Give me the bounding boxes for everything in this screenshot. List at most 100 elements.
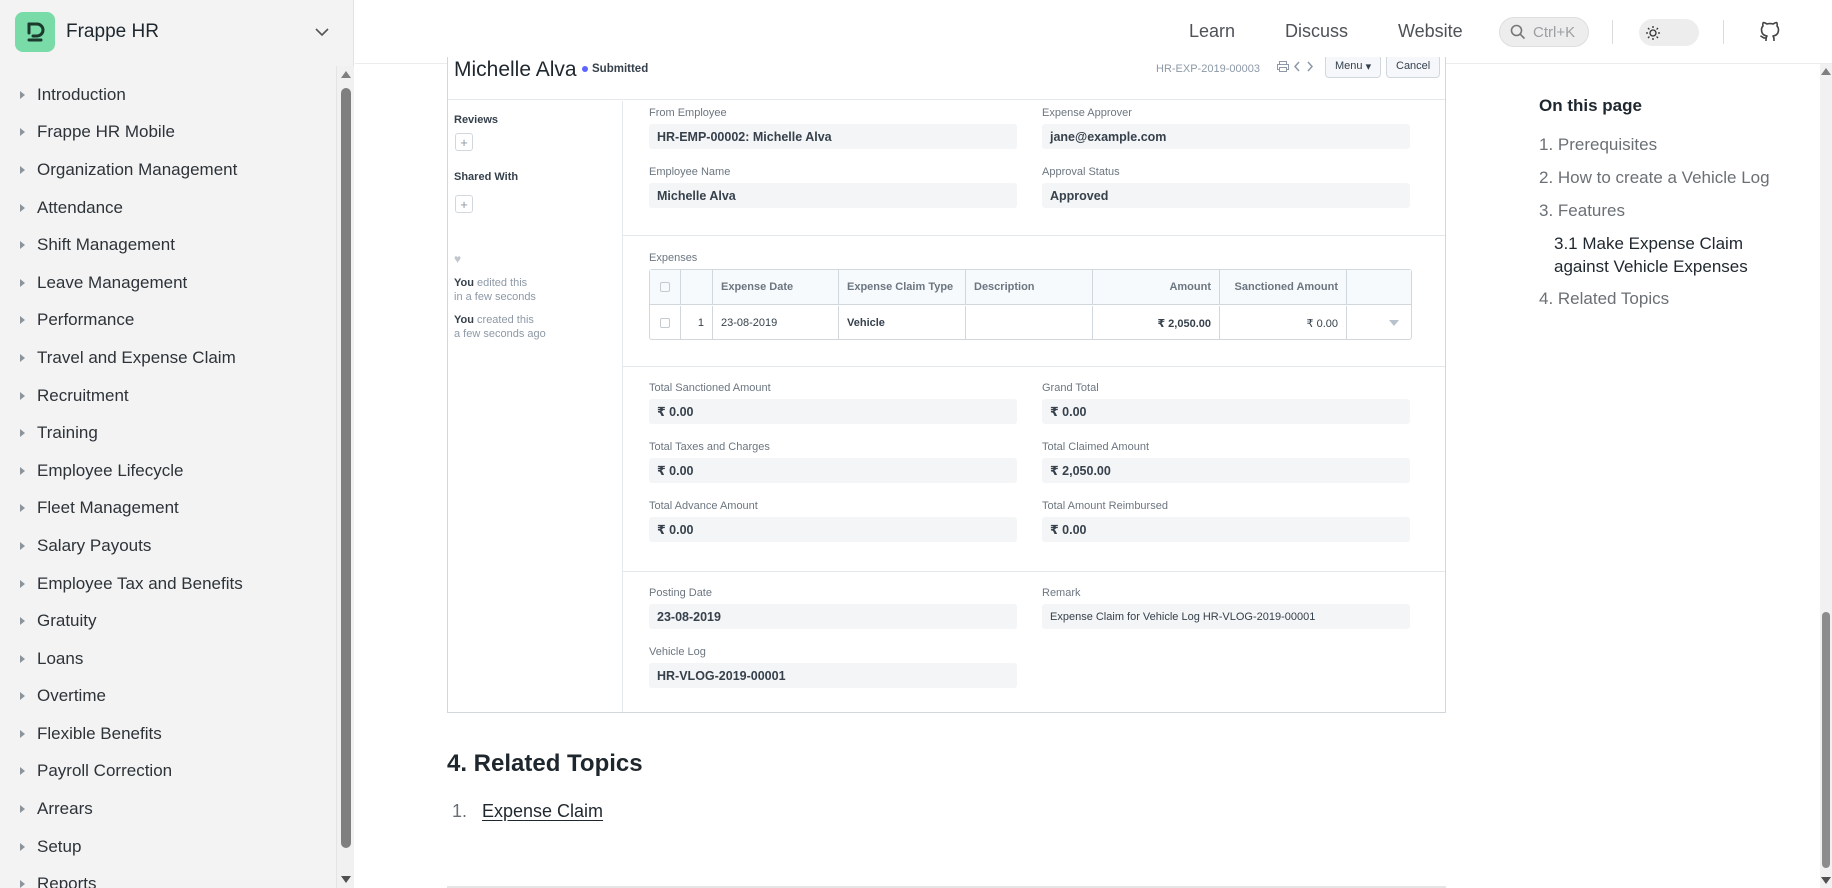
sidebar-item[interactable]: Gratuity bbox=[0, 602, 336, 640]
from-employee-label: From Employee bbox=[649, 107, 727, 119]
col-claim-type: Expense Claim Type bbox=[839, 270, 966, 305]
sidebar-item[interactable]: Travel and Expense Claim bbox=[0, 339, 336, 377]
from-employee-field: HR-EMP-00002: Michelle Alva bbox=[649, 124, 1017, 149]
toc-item-how-to-create[interactable]: 2. How to create a Vehicle Log bbox=[1539, 168, 1770, 188]
related-topic-item: 1. Expense Claim bbox=[452, 801, 603, 822]
row-expense-date: 23-08-2019 bbox=[713, 306, 839, 340]
nav-link-learn[interactable]: Learn bbox=[1189, 21, 1235, 42]
top-bar: Learn Discuss Website Ctrl+K bbox=[355, 0, 1832, 64]
sidebar-item[interactable]: Payroll Correction bbox=[0, 753, 336, 791]
col-actions bbox=[1347, 270, 1411, 305]
brand-switcher[interactable]: Frappe HR bbox=[0, 0, 354, 64]
toc-item-related-topics[interactable]: 4. Related Topics bbox=[1539, 289, 1669, 309]
caret-right-icon bbox=[20, 805, 25, 814]
page-scroll-up-icon[interactable] bbox=[1821, 68, 1831, 75]
remark-label: Remark bbox=[1042, 587, 1081, 599]
sidebar-item[interactable]: Salary Payouts bbox=[0, 527, 336, 565]
sidebar-item[interactable]: Loans bbox=[0, 640, 336, 678]
select-all-checkbox bbox=[650, 270, 681, 305]
sidebar-item[interactable]: Introduction bbox=[0, 76, 336, 114]
total-reimbursed-label: Total Amount Reimbursed bbox=[1042, 500, 1168, 512]
sidebar-item-label: Shift Management bbox=[37, 235, 175, 255]
total-taxes-field: ₹ 0.00 bbox=[649, 458, 1017, 483]
sidebar-item[interactable]: Fleet Management bbox=[0, 490, 336, 528]
sidebar-item[interactable]: Flexible Benefits bbox=[0, 715, 336, 753]
sidebar-item-label: Payroll Correction bbox=[37, 761, 173, 781]
scroll-down-arrow-icon[interactable] bbox=[341, 876, 351, 883]
col-amount: Amount bbox=[1093, 270, 1220, 305]
sidebar-item-label: Setup bbox=[37, 836, 82, 856]
sun-icon bbox=[1643, 23, 1662, 42]
heart-icon: ♥ bbox=[454, 252, 462, 266]
scroll-up-arrow-icon[interactable] bbox=[341, 71, 351, 78]
toc-item-prerequisites[interactable]: 1. Prerequisites bbox=[1539, 135, 1657, 155]
grand-total-field: ₹ 0.00 bbox=[1042, 399, 1410, 424]
sidebar-item[interactable]: Setup bbox=[0, 828, 336, 866]
sidebar-scroll-thumb[interactable] bbox=[341, 88, 351, 848]
sidebar-item-label: Overtime bbox=[37, 686, 106, 706]
caret-right-icon bbox=[20, 128, 25, 137]
expenses-table: Expense Date Expense Claim Type Descript… bbox=[649, 269, 1412, 340]
expense-claim-link[interactable]: Expense Claim bbox=[482, 801, 603, 822]
sidebar-item[interactable]: Arrears bbox=[0, 790, 336, 828]
add-review-icon: + bbox=[455, 133, 473, 151]
sidebar-item[interactable]: Performance bbox=[0, 302, 336, 340]
employee-name-label: Employee Name bbox=[649, 166, 731, 178]
search-icon bbox=[1510, 24, 1526, 40]
sidebar-scrollbar[interactable] bbox=[336, 66, 354, 888]
caret-right-icon bbox=[20, 90, 25, 99]
sidebar: Frappe HR Introduction Frappe HR Mobile Or… bbox=[0, 0, 354, 888]
section-divider bbox=[623, 235, 1445, 236]
approval-status-label: Approval Status bbox=[1042, 166, 1120, 178]
menu-label: Menu bbox=[1335, 60, 1363, 72]
row-amount: ₹ 2,050.00 bbox=[1093, 306, 1220, 340]
related-topic-number: 1. bbox=[452, 801, 468, 821]
vehicle-log-label: Vehicle Log bbox=[649, 646, 706, 658]
page-scroll-down-icon[interactable] bbox=[1821, 877, 1831, 884]
col-idx bbox=[681, 270, 713, 305]
sidebar-item-label: Gratuity bbox=[37, 611, 97, 631]
sidebar-item-label: Training bbox=[37, 423, 98, 443]
sidebar-item[interactable]: Reports bbox=[0, 865, 336, 888]
reviews-label: Reviews bbox=[454, 114, 499, 126]
nav-link-website[interactable]: Website bbox=[1398, 21, 1463, 42]
toc-item-make-expense-claim[interactable]: 3.1 Make Expense Claim against Vehicle E… bbox=[1554, 232, 1794, 278]
sidebar-item-label: Employee Tax and Benefits bbox=[37, 573, 243, 593]
created-you: You bbox=[454, 314, 474, 326]
github-icon[interactable] bbox=[1757, 19, 1783, 45]
employee-name-field: Michelle Alva bbox=[649, 183, 1017, 208]
status-dot bbox=[582, 66, 588, 72]
caret-right-icon bbox=[20, 692, 25, 701]
sidebar-item-label: Arrears bbox=[37, 799, 93, 819]
related-topics-heading: 4. Related Topics bbox=[447, 750, 643, 777]
sidebar-item[interactable]: Employee Tax and Benefits bbox=[0, 565, 336, 603]
sidebar-item[interactable]: Shift Management bbox=[0, 226, 336, 264]
sidebar-item[interactable]: Recruitment bbox=[0, 377, 336, 415]
sidebar-item[interactable]: Training bbox=[0, 414, 336, 452]
caret-right-icon bbox=[20, 466, 25, 475]
caret-right-icon bbox=[20, 429, 25, 438]
sidebar-item[interactable]: Employee Lifecycle bbox=[0, 452, 336, 490]
caret-right-icon bbox=[20, 203, 25, 212]
caret-right-icon bbox=[20, 353, 25, 362]
col-expense-date: Expense Date bbox=[713, 270, 839, 305]
page-scroll-thumb[interactable] bbox=[1822, 612, 1830, 868]
page-scrollbar[interactable] bbox=[1820, 64, 1832, 888]
sidebar-item[interactable]: Organization Management bbox=[0, 151, 336, 189]
total-advance-label: Total Advance Amount bbox=[649, 500, 758, 512]
theme-toggle[interactable] bbox=[1639, 19, 1699, 46]
total-claimed-field: ₹ 2,050.00 bbox=[1042, 458, 1410, 483]
toc-item-features[interactable]: 3. Features bbox=[1539, 201, 1625, 221]
next-arrow-icon bbox=[1306, 61, 1314, 75]
nav-link-discuss[interactable]: Discuss bbox=[1285, 21, 1348, 42]
edited-note: You edited this in a few seconds bbox=[454, 276, 536, 304]
sidebar-item-label: Performance bbox=[37, 310, 135, 330]
search-button[interactable]: Ctrl+K bbox=[1499, 17, 1589, 47]
sidebar-item[interactable]: Overtime bbox=[0, 678, 336, 716]
sidebar-item[interactable]: Attendance bbox=[0, 189, 336, 227]
posting-date-field: 23-08-2019 bbox=[649, 604, 1017, 629]
sidebar-item[interactable]: Frappe HR Mobile bbox=[0, 114, 336, 152]
chevron-down-icon[interactable] bbox=[312, 22, 332, 42]
sidebar-item[interactable]: Leave Management bbox=[0, 264, 336, 302]
caret-right-icon bbox=[20, 504, 25, 513]
